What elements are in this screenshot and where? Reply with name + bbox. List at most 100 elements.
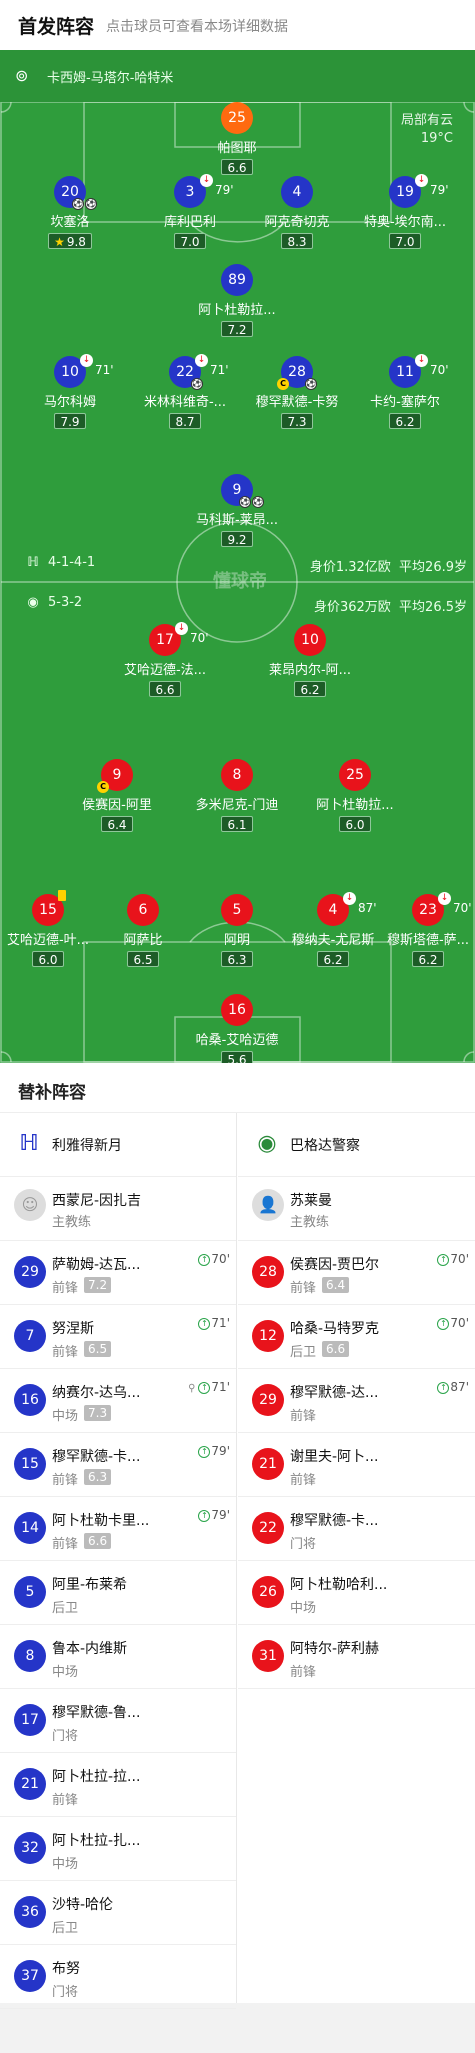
- home-player-1[interactable]: 20 ⚽ ⚽ 坎塞洛 ★ 9.8: [20, 176, 120, 250]
- home-sub-row[interactable]: 17 穆罕默德-鲁... 门将: [0, 1689, 236, 1753]
- sub-number-badge: 5: [14, 1576, 46, 1608]
- sub-number-badge: 28: [252, 1256, 284, 1288]
- home-sub-row[interactable]: 32 阿卜杜拉-扎... 中场: [0, 1817, 236, 1881]
- away-player-0[interactable]: 17 ↓70' 艾哈迈德-法... 6.6: [115, 622, 215, 698]
- player-name: 阿克奇切克: [264, 215, 330, 230]
- away-coach-row[interactable]: 👤 苏莱曼 主教练: [238, 1177, 475, 1241]
- home-sub-row[interactable]: 37 布努 门将: [0, 1945, 236, 2009]
- sub-off-marker: ↓79': [415, 174, 449, 206]
- away-sub-row[interactable]: 31 阿特尔-萨利赫 前锋: [238, 1625, 475, 1689]
- away-sub-row[interactable]: 12 哈桑-马特罗克 后卫 6.6 ↑ 70': [238, 1305, 475, 1369]
- sub-minute: 71': [95, 363, 114, 377]
- home-sub-row[interactable]: 7 努涅斯 前锋 6.5 ↑ 71': [0, 1305, 236, 1369]
- home-team-row[interactable]: ℍ 利雅得新月: [0, 1113, 236, 1177]
- player-name: 艾哈迈德-法...: [123, 663, 207, 678]
- away-formation-text: 5-3-2: [48, 595, 83, 610]
- away-sub-row[interactable]: 29 穆罕默德-达... 前锋 ↑ 87': [238, 1369, 475, 1433]
- player-rating: ★ 9.8: [48, 233, 92, 249]
- lineup-header: 首发阵容 点击球员可查看本场详细数据: [0, 0, 475, 50]
- player-number-badge: 9 ⚽ ⚽: [221, 474, 264, 508]
- sub-player-name: 沙特-哈伦: [52, 1897, 114, 1913]
- home-player-5[interactable]: 89 阿卜杜勒拉... 7.2: [187, 264, 287, 338]
- sub-number-badge: 21: [14, 1768, 46, 1800]
- home-player-8[interactable]: 28 C ⚽ 穆罕默德-卡努 7.3: [247, 356, 347, 430]
- home-sub-row[interactable]: 8 鲁本-内维斯 中场: [0, 1625, 236, 1689]
- player-rating: 7.3: [281, 413, 313, 429]
- player-rating: 7.9: [54, 413, 86, 429]
- away-subs-column: ◉ 巴格达警察 👤 苏莱曼 主教练 28 侯赛因-贾巴尔 前锋 6.4 ↑ 70' 12 哈桑…: [238, 1113, 475, 2003]
- away-player-2[interactable]: 9 C 侯赛因-阿里 6.4: [67, 759, 167, 833]
- sub-arrow-icon: ↓: [415, 354, 428, 367]
- sub-rating: 7.2: [84, 1277, 112, 1293]
- sub-number-badge: 22: [252, 1512, 284, 1544]
- away-player-8[interactable]: 4 ↓87' 穆纳夫-尤尼斯 6.2: [283, 892, 383, 968]
- home-player-10[interactable]: 9 ⚽ ⚽ 马科斯-莱昂... 9.2: [187, 474, 287, 548]
- weather-condition: 局部有云: [400, 113, 453, 128]
- sub-off-marker: ↓70': [175, 622, 209, 654]
- player-rating: 6.0: [32, 951, 64, 967]
- sub-number-badge: 29: [252, 1384, 284, 1416]
- away-player-1[interactable]: 10 莱昂内尔-阿... 6.2: [260, 624, 360, 698]
- home-sub-row[interactable]: 14 阿卜杜勒卡里... 前锋 6.6 ↑ 79': [0, 1497, 236, 1561]
- home-sub-row[interactable]: 15 穆罕默德-卡... 前锋 6.3 ↑ 79': [0, 1433, 236, 1497]
- home-player-2[interactable]: 3 ↓79' 库利巴利 7.0: [140, 174, 240, 250]
- home-sub-row[interactable]: 21 阿卜杜拉-拉... 前锋: [0, 1753, 236, 1817]
- home-player-4[interactable]: 19 ↓79' 特奥-埃尔南... 7.0: [355, 174, 455, 250]
- home-subs-column: ℍ 利雅得新月 ☺ 西蒙尼-因扎吉 主教练 29 萨勒姆-达瓦... 前锋 7.2 ↑ 7…: [0, 1113, 237, 2009]
- sub-position: 前锋: [290, 1665, 317, 1680]
- home-player-3[interactable]: 4 阿克奇切克 8.3: [247, 176, 347, 250]
- player-rating: 6.4: [101, 816, 133, 832]
- home-coach-row[interactable]: ☺ 西蒙尼-因扎吉 主教练: [0, 1177, 236, 1241]
- player-number-badge: 10: [294, 624, 326, 656]
- home-player-9[interactable]: 11 ↓70' 卡约-塞萨尔 6.2: [355, 354, 455, 430]
- sub-number-badge: 14: [14, 1512, 46, 1544]
- away-player-6[interactable]: 6 阿萨比 6.5: [93, 894, 193, 968]
- goal-ball-icon: ⚽: [85, 198, 97, 210]
- away-age: 平均26.5岁: [399, 600, 467, 615]
- home-sub-row[interactable]: 29 萨勒姆-达瓦... 前锋 7.2 ↑ 70': [0, 1241, 236, 1305]
- sub-position: 中场: [52, 1665, 79, 1680]
- sub-arrow-icon: ↓: [343, 892, 356, 905]
- home-sub-row[interactable]: 5 阿里-布莱希 后卫: [0, 1561, 236, 1625]
- away-sub-row[interactable]: 28 侯赛因-贾巴尔 前锋 6.4 ↑ 70': [238, 1241, 475, 1305]
- goal-ball-icon: ⚽: [72, 198, 84, 210]
- home-coach-role: 主教练: [52, 1215, 92, 1230]
- home-player-7[interactable]: 22 ↓71' ⚽ 米林科维奇-... 8.7: [135, 354, 235, 430]
- sub-player-name: 谢里夫-阿卜...: [290, 1449, 379, 1465]
- sub-on-marker: ↑ 71': [198, 1316, 230, 1330]
- sub-player-name: 阿卜杜拉-扎...: [52, 1833, 141, 1849]
- player-name: 穆斯塔德-萨...: [386, 933, 470, 948]
- away-player-9[interactable]: 23 ↓70' 穆斯塔德-萨... 6.2: [378, 892, 475, 968]
- player-number-badge: 25: [339, 759, 371, 791]
- sub-in-arrow-icon: ↑: [437, 1253, 450, 1266]
- sub-position: 前锋 6.6: [52, 1533, 112, 1552]
- sub-arrow-icon: ↓: [195, 354, 208, 367]
- away-team-row[interactable]: ◉ 巴格达警察: [238, 1113, 475, 1177]
- away-player-3[interactable]: 8 多米尼克-门迪 6.1: [187, 759, 287, 833]
- sub-minute: 71': [210, 363, 229, 377]
- home-sub-row[interactable]: 36 沙特-哈伦 后卫: [0, 1881, 236, 1945]
- player-number-badge: 9C: [97, 759, 133, 793]
- player-number-badge: 10 ↓71': [54, 354, 114, 388]
- away-player-7[interactable]: 5 阿明 6.3: [187, 894, 287, 968]
- sub-minute: 70': [453, 901, 472, 915]
- player-number-badge: 16: [221, 994, 253, 1026]
- home-sub-row[interactable]: 16 纳赛尔-达乌... 中场 7.3 ⚲ ↑ 71': [0, 1369, 236, 1433]
- away-sub-row[interactable]: 26 阿卜杜勒哈利... 中场: [238, 1561, 475, 1625]
- away-sub-row[interactable]: 22 穆罕默德-卡... 门将: [238, 1497, 475, 1561]
- home-player-0[interactable]: 25 帕图耶 6.6: [187, 102, 287, 176]
- sub-off-marker: ↓87': [343, 892, 377, 924]
- home-player-6[interactable]: 10 ↓71' 马尔科姆 7.9: [20, 354, 120, 430]
- referee-bar: ⊚ 卡西姆-马塔尔-哈特米: [0, 50, 475, 102]
- player-number-badge: 19 ↓79': [389, 174, 449, 208]
- sub-off-marker: ↓71': [80, 354, 114, 386]
- sub-position: 后卫: [52, 1921, 79, 1936]
- sub-rating: 6.6: [322, 1341, 350, 1357]
- sub-on-marker: ↑ 79': [198, 1508, 230, 1522]
- away-player-4[interactable]: 25 阿卜杜勒拉... 6.0: [305, 759, 405, 833]
- sub-player-name: 阿特尔-萨利赫: [290, 1641, 380, 1657]
- away-player-10[interactable]: 16 哈桑-艾哈迈德 5.6: [187, 994, 287, 1063]
- home-formation: ℍ 4-1-4-1: [24, 555, 95, 570]
- away-player-5[interactable]: 15 艾哈迈德-叶... 6.0: [0, 890, 98, 968]
- away-sub-row[interactable]: 21 谢里夫-阿卜... 前锋: [238, 1433, 475, 1497]
